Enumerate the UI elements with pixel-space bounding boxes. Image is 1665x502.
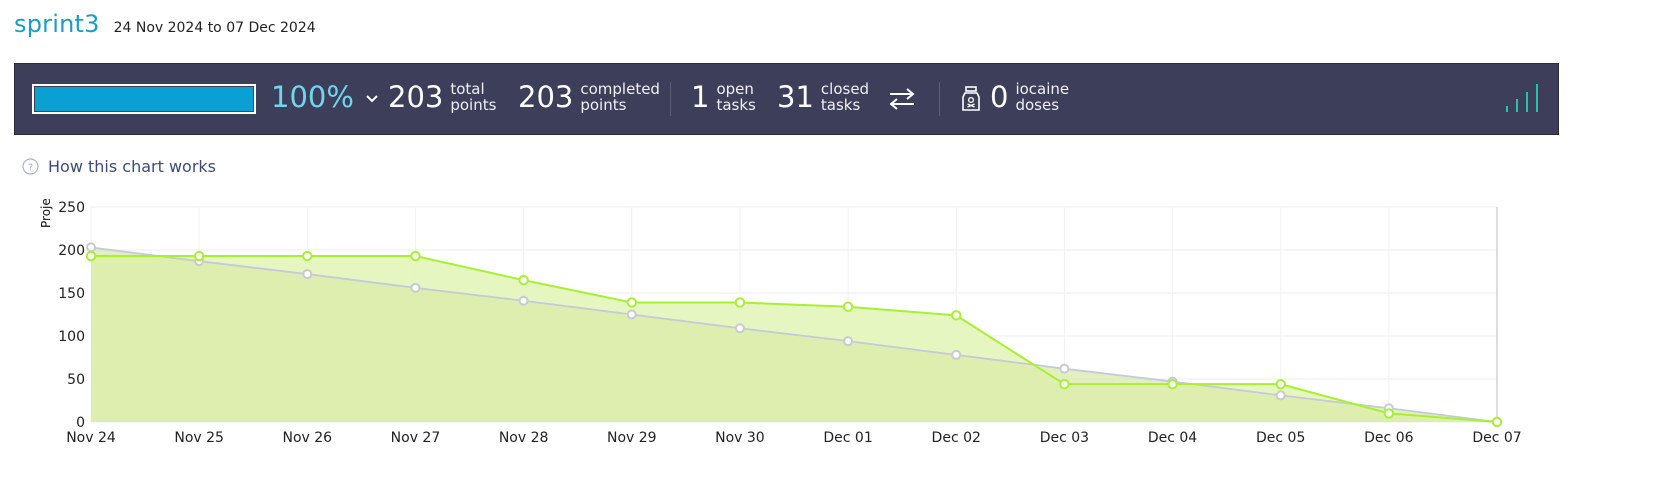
open-tasks-stat: 1 open tasks — [691, 80, 756, 114]
x-tick-label: Dec 01 — [823, 430, 872, 446]
signal-bars-icon[interactable] — [1501, 82, 1541, 116]
y-tick-label: 150 — [58, 286, 85, 302]
sprint-date-range: 24 Nov 2024 to 07 Dec 2024 — [113, 20, 316, 36]
y-tick-label: 200 — [58, 243, 85, 259]
ideal-point — [951, 349, 962, 360]
closed-tasks-stat: 31 closed tasks — [777, 80, 869, 114]
actual-point — [85, 250, 97, 262]
actual-point — [1383, 408, 1395, 419]
chevron-down-icon[interactable] — [365, 92, 379, 106]
actual-point — [302, 250, 313, 262]
actual-point — [518, 274, 529, 286]
x-tick-label: Nov 28 — [499, 430, 549, 446]
actual-point — [626, 297, 637, 308]
y-tick-label: 100 — [58, 329, 85, 345]
ideal-point — [626, 309, 637, 320]
ideal-point — [843, 336, 854, 347]
x-tick-label: Dec 05 — [1256, 430, 1305, 446]
completed-points-stat: 203 completed points — [518, 80, 660, 114]
x-tick-label: Dec 07 — [1472, 430, 1521, 446]
total-points-label: total points — [450, 80, 497, 114]
ideal-point — [302, 269, 313, 280]
progress-bar-fill — [35, 87, 253, 111]
question-circle-icon: ? — [22, 158, 39, 175]
iocaine-doses-value: 0 — [990, 80, 1009, 114]
ideal-point — [734, 323, 745, 334]
sprint-title[interactable]: sprint3 — [14, 10, 100, 38]
sprint-header: sprint3 24 Nov 2024 to 07 Dec 2024 — [14, 10, 316, 38]
x-tick-label: Nov 30 — [715, 430, 765, 446]
y-axis-label: Proje — [39, 198, 53, 228]
stats-divider — [670, 82, 671, 116]
x-tick-label: Dec 03 — [1040, 430, 1089, 446]
x-tick-label: Dec 06 — [1364, 430, 1413, 446]
iocaine-doses-stat: 0 iocaine doses — [990, 80, 1069, 114]
swap-arrows-icon[interactable] — [887, 86, 917, 112]
sprint-stats-bar: 100% 203 total points 203 completed points… — [14, 63, 1559, 135]
total-points-stat: 203 total points — [388, 80, 496, 114]
closed-tasks-value: 31 — [777, 80, 814, 114]
actual-point — [1167, 378, 1178, 390]
x-tick-label: Nov 27 — [391, 430, 441, 446]
y-tick-label: 50 — [67, 372, 85, 388]
completed-points-value: 203 — [518, 80, 574, 114]
ideal-point — [1275, 390, 1286, 401]
how-chart-works-label: How this chart works — [48, 157, 217, 176]
actual-point — [193, 250, 205, 262]
iocaine-doses-label: iocaine doses — [1015, 80, 1070, 114]
stats-divider — [939, 82, 940, 116]
total-points-value: 203 — [388, 80, 444, 114]
x-tick-label: Dec 02 — [932, 430, 981, 446]
ideal-point — [518, 295, 529, 306]
actual-point — [1059, 378, 1070, 390]
burndown-chart: 0 50 100 150 200 250 Nov 24 Nov 25 Nov 26 Nov 27 N… — [39, 198, 1522, 446]
closed-tasks-label: closed tasks — [820, 80, 870, 114]
x-tick-label: Nov 25 — [174, 430, 224, 446]
ideal-point — [1059, 363, 1070, 374]
progress-bar — [32, 84, 256, 114]
x-tick-label: Nov 26 — [283, 430, 333, 446]
y-tick-label: 0 — [76, 415, 85, 431]
actual-point — [1491, 416, 1503, 428]
poison-jar-icon — [962, 86, 980, 111]
x-tick-label: Nov 29 — [607, 430, 657, 446]
actual-point — [1275, 378, 1286, 390]
completed-points-label: completed points — [580, 80, 660, 114]
actual-point — [410, 250, 421, 262]
open-tasks-label: open tasks — [716, 80, 756, 114]
open-tasks-value: 1 — [691, 80, 710, 114]
y-tick-label: 250 — [58, 200, 85, 216]
x-tick-label: Nov 24 — [66, 430, 116, 446]
actual-point — [951, 310, 962, 321]
how-chart-works-link[interactable]: ? How this chart works — [22, 157, 216, 176]
actual-point — [842, 301, 854, 312]
progress-percent: 100% — [271, 80, 354, 114]
svg-text:?: ? — [28, 162, 33, 173]
ideal-point — [86, 242, 96, 253]
x-tick-label: Dec 04 — [1148, 430, 1197, 446]
ideal-point — [410, 282, 421, 293]
actual-point — [734, 297, 746, 308]
